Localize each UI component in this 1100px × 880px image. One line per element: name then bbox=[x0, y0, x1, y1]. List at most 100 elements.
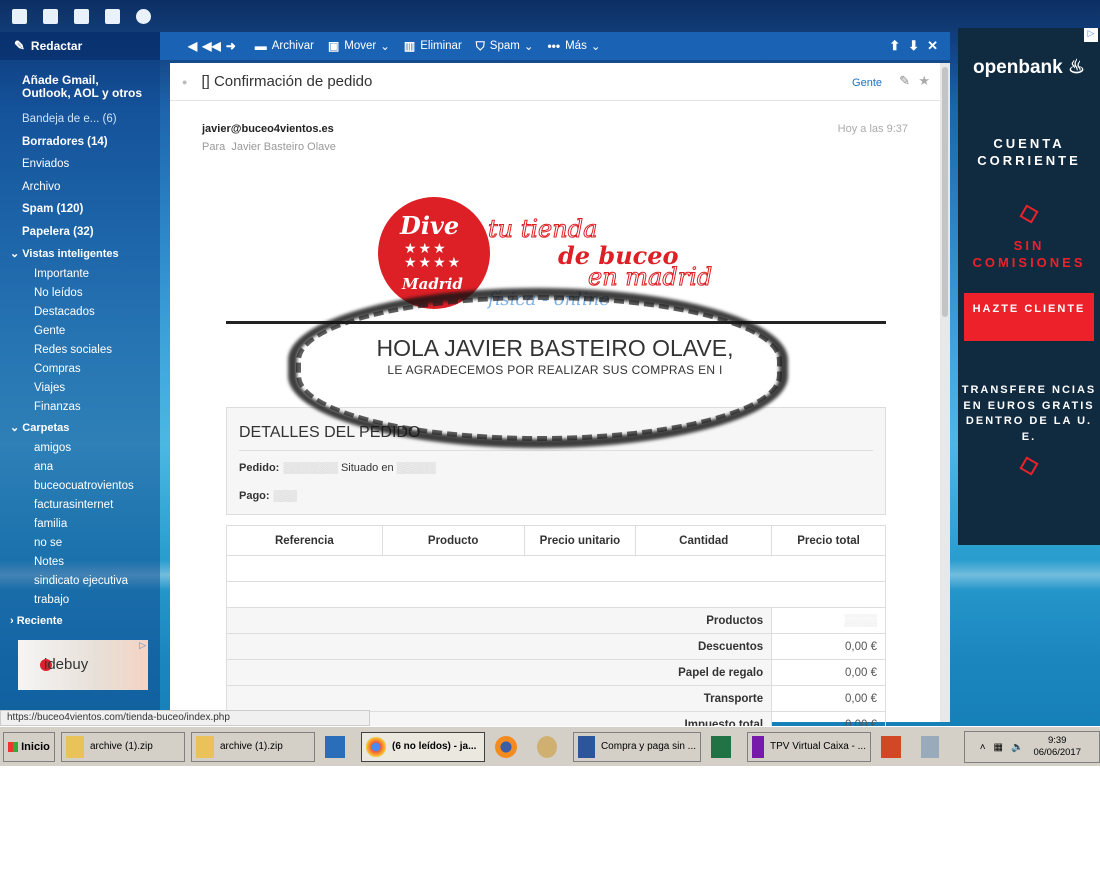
ellipsis-icon: ••• bbox=[547, 39, 561, 53]
smart-view-item[interactable]: Compras bbox=[0, 360, 160, 379]
delete-button[interactable]: ▥ Eliminar bbox=[404, 39, 462, 53]
folder-inbox[interactable]: Bandeja de e... (6) bbox=[0, 108, 160, 131]
reply-all-icon[interactable]: ◀◀ bbox=[202, 39, 220, 53]
custom-folder-item[interactable]: no se bbox=[0, 534, 160, 553]
custom-folder-item[interactable]: facturasinternet bbox=[0, 496, 160, 515]
folder-list: Bandeja de e... (6) Borradores (14) Envi… bbox=[0, 108, 160, 632]
reply-icon[interactable]: ◀ bbox=[188, 39, 197, 53]
network-icon[interactable]: ▦ bbox=[994, 742, 1003, 753]
contacts-icon[interactable] bbox=[43, 8, 58, 24]
spam-button[interactable]: ⛉ Spam ⌄ bbox=[476, 39, 534, 54]
more-button[interactable]: ••• Más ⌄ bbox=[547, 39, 600, 53]
recent-header[interactable]: › Reciente bbox=[0, 610, 160, 632]
zip-folder-icon bbox=[196, 735, 214, 758]
adchoices-icon[interactable]: ▷ bbox=[1084, 28, 1098, 42]
zip-folder-icon bbox=[66, 735, 84, 758]
tray-expand-icon[interactable]: ˄ bbox=[980, 742, 986, 753]
smart-view-item[interactable]: Destacados bbox=[0, 303, 160, 322]
taskbar-item-zip-2[interactable]: archive (1).zip bbox=[191, 731, 315, 762]
custom-folder-item[interactable]: trabajo bbox=[0, 591, 160, 610]
previous-message-icon[interactable]: ⬆ bbox=[889, 38, 900, 54]
order-label: Pedido: bbox=[239, 462, 280, 474]
clock[interactable]: 9:39 06/06/2017 bbox=[1033, 735, 1081, 759]
adchoices-icon[interactable]: ▷ bbox=[139, 640, 146, 651]
scrollbar-thumb[interactable] bbox=[942, 67, 948, 317]
folder-sent[interactable]: Enviados bbox=[0, 153, 160, 176]
order-details-box: DETALLES DEL PEDIDO Pedido: ▒▒▒▒▒▒▒ Situa… bbox=[226, 407, 886, 515]
smart-view-item[interactable]: Importante bbox=[0, 265, 160, 284]
pencil-icon: ✎ bbox=[14, 38, 25, 53]
mail-icon[interactable] bbox=[12, 8, 27, 24]
taskbar-item-zip-1[interactable]: archive (1).zip bbox=[61, 731, 185, 762]
move-button[interactable]: ▣ Mover ⌄ bbox=[328, 39, 390, 53]
details-divider bbox=[239, 450, 873, 451]
sender-email[interactable]: javier@buceo4vientos.es bbox=[202, 123, 334, 135]
folder-trash[interactable]: Papelera (32) bbox=[0, 221, 160, 244]
recipient-name[interactable]: Javier Basteiro Olave bbox=[231, 141, 336, 153]
custom-folder-item[interactable]: buceocuatrovientos bbox=[0, 477, 160, 496]
taskbar-item-onenote[interactable]: TPV Virtual Caixa - ... bbox=[747, 731, 871, 762]
folder-archive[interactable]: Archivo bbox=[0, 176, 160, 199]
totals-label: Descuentos bbox=[225, 633, 773, 660]
start-button[interactable]: Inicio bbox=[3, 731, 55, 762]
calendar-icon[interactable] bbox=[74, 8, 89, 24]
message-scrollbar[interactable] bbox=[940, 63, 950, 722]
excel-icon[interactable] bbox=[707, 732, 741, 762]
smart-views-header[interactable]: ⌄ Vistas inteligentes bbox=[0, 243, 160, 265]
archive-button[interactable]: ▬ Archivar bbox=[255, 39, 314, 53]
message-subject: [] Confirmación de pedido bbox=[201, 73, 373, 90]
empty-cell bbox=[226, 581, 886, 608]
ad-brand: openbank ♨ bbox=[972, 57, 1086, 78]
ad-cta-button[interactable]: HAZTE CLIENTE bbox=[964, 293, 1094, 341]
folders-header[interactable]: ⌄ Carpetas bbox=[0, 417, 160, 439]
custom-folder-item[interactable]: familia bbox=[0, 515, 160, 534]
paperclip-icon[interactable]: ✎ bbox=[899, 73, 910, 89]
compose-button[interactable]: ✎ Redactar bbox=[0, 32, 160, 60]
taskbar-item-browser[interactable]: (6 no leídos) - ja... bbox=[361, 731, 485, 762]
folder-spam[interactable]: Spam (120) bbox=[0, 198, 160, 221]
forward-icon[interactable]: ➜ bbox=[226, 39, 236, 53]
messenger-icon[interactable] bbox=[136, 8, 151, 24]
recipient-line: Para Javier Basteiro Olave bbox=[202, 141, 336, 153]
custom-folder-item[interactable]: amigos bbox=[0, 439, 160, 458]
subject-bar: ● [] Confirmación de pedido Gente ✎ ★ bbox=[170, 63, 940, 101]
star-icon[interactable]: ★ bbox=[918, 73, 930, 89]
custom-folder-item[interactable]: sindicato ejecutiva bbox=[0, 572, 160, 591]
divider bbox=[226, 321, 886, 324]
shield-icon: ⛉ bbox=[475, 38, 485, 53]
media-player-icon bbox=[325, 735, 345, 758]
custom-folder-item[interactable]: Notes bbox=[0, 553, 160, 572]
people-link[interactable]: Gente bbox=[852, 77, 882, 89]
openbank-ad[interactable]: ▷ openbank ♨ CUENTA CORRIENTE SIN COMISI… bbox=[958, 28, 1100, 545]
totals-value: 0,00 € bbox=[771, 659, 886, 686]
smart-view-item[interactable]: Gente bbox=[0, 322, 160, 341]
volume-icon[interactable]: 🔈 bbox=[1011, 742, 1023, 753]
media-player-icon[interactable] bbox=[321, 732, 355, 762]
folder-drafts[interactable]: Borradores (14) bbox=[0, 131, 160, 154]
unread-dot-icon[interactable]: ● bbox=[182, 77, 187, 87]
totals-value: 0,00 € bbox=[771, 633, 886, 660]
sidebar-ad[interactable]: idebuy ▷ bbox=[18, 640, 148, 690]
close-icon[interactable]: ✕ bbox=[927, 38, 938, 54]
hexagon-icon bbox=[1019, 204, 1039, 224]
totals-label: Papel de regalo bbox=[225, 659, 773, 686]
powerpoint-icon[interactable] bbox=[877, 732, 911, 762]
reply-buttons[interactable]: ◀ ◀◀ ➜ bbox=[188, 39, 241, 53]
smart-view-item[interactable]: Redes sociales bbox=[0, 341, 160, 360]
custom-folder-item[interactable]: ana bbox=[0, 458, 160, 477]
table-row bbox=[226, 555, 886, 582]
greeting: HOLA JAVIER BASTEIRO OLAVE, bbox=[376, 335, 734, 361]
totals-row: Papel de regalo 0,00 € bbox=[225, 659, 886, 686]
smart-view-item[interactable]: Finanzas bbox=[0, 398, 160, 417]
firefox-icon[interactable] bbox=[491, 732, 527, 762]
taskbar-item-word[interactable]: Compra y paga sin ... bbox=[573, 731, 701, 762]
calculator-icon[interactable] bbox=[917, 732, 949, 762]
paint-icon[interactable] bbox=[533, 732, 567, 762]
order-row: Pedido: ▒▒▒▒▒▒▒ Situado en ▒▒▒▒▒ bbox=[239, 462, 436, 474]
add-accounts-link[interactable]: Añade Gmail, Outlook, AOL y otros bbox=[0, 60, 150, 100]
smart-view-item[interactable]: Viajes bbox=[0, 379, 160, 398]
next-message-icon[interactable]: ⬇ bbox=[908, 38, 919, 54]
smart-view-item[interactable]: No leídos bbox=[0, 284, 160, 303]
ad-line-1: CUENTA CORRIENTE bbox=[977, 136, 1081, 168]
notepad-icon[interactable] bbox=[105, 8, 120, 24]
